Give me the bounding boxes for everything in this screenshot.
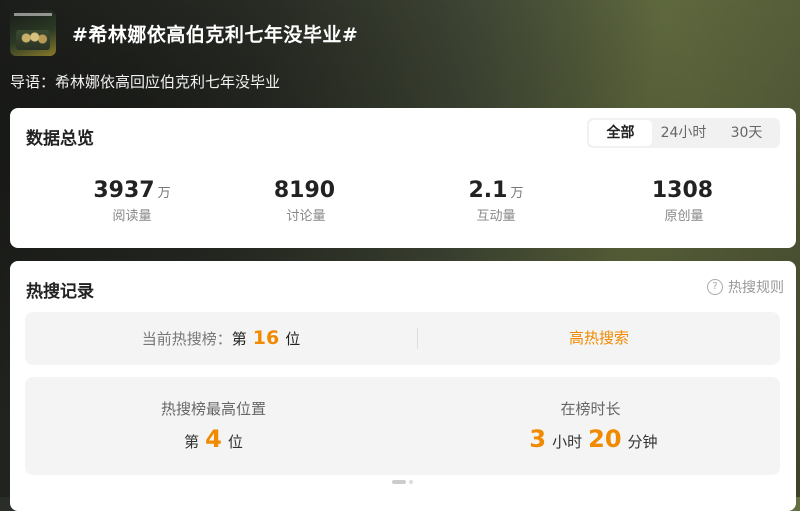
current-rank-wei: 位 [285,330,301,348]
hours-unit: 小时 [552,433,583,451]
hot-search-title: 热搜记录 [26,282,94,302]
topic-title: #希林娜依高伯克利七年没毕业# [72,24,359,46]
tab-all[interactable]: 全部 [589,120,652,146]
duration-minutes: 20 [588,425,622,453]
minutes-unit: 分钟 [627,433,658,451]
topic-lead: 导语：希林娜依高回应伯克利七年没毕业 [10,73,281,91]
current-rank-di: 第 [231,330,247,348]
overview-title: 数据总览 [26,129,94,149]
best-position-wei: 位 [227,433,243,451]
current-rank-panel: 当前热搜榜：第 16 位 高热搜索 [25,312,780,365]
overview-stats: 3937 万 阅读量 8190 讨论量 2.1 万 互动量 1308 原创量 [10,178,796,238]
stat-label: 阅读量 [112,209,152,224]
current-rank-prefix: 当前热搜榜： [141,330,232,348]
stat-label: 讨论量 [286,209,326,224]
help-icon: ? [707,279,723,295]
tab-30d[interactable]: 30天 [715,120,778,146]
hot-search-link[interactable]: 高热搜索 [418,312,780,365]
stat-unit: 万 [157,186,171,201]
duration-label: 在榜时长 [560,400,621,418]
best-position-value: 4 [205,425,222,453]
stat-value: 2.1 [468,178,508,203]
stat-originals: 1308 原创量 [586,178,782,224]
indicator-active [392,480,406,484]
topic-cover-image[interactable] [10,10,56,56]
carousel-indicator [392,480,422,486]
stat-unit: 万 [510,186,524,201]
hot-rules-label: 热搜规则 [728,280,784,296]
tab-24h[interactable]: 24小时 [652,120,715,146]
current-rank: 当前热搜榜：第 16 位 [25,312,417,365]
duration: 在榜时长 3 小时 20 分钟 [402,377,779,453]
hot-rules-link[interactable]: ? 热搜规则 [707,277,784,297]
stat-value: 1308 [651,178,714,203]
time-range-tabs: 全部 24小时 30天 [587,118,780,148]
indicator-inactive [409,480,413,484]
best-position-label: 热搜榜最高位置 [160,400,266,418]
topic-header: #希林娜依高伯克利七年没毕业# [10,10,790,56]
stat-label: 互动量 [476,209,516,224]
best-rank-panel: 热搜榜最高位置 第4位 在榜时长 3 小时 20 分钟 [25,377,780,475]
duration-hours: 3 [529,425,547,453]
current-rank-value: 16 [252,327,280,349]
stat-discussions: 8190 讨论量 [208,178,404,224]
stat-interactions: 2.1 万 互动量 [398,178,594,224]
overview-card: 数据总览 全部 24小时 30天 3937 万 阅读量 8190 讨论量 2.1 万… [10,108,796,248]
stat-label: 原创量 [664,209,704,224]
best-position: 热搜榜最高位置 第4位 [25,377,402,453]
stat-value: 8190 [273,178,336,203]
hot-search-card: 热搜记录 ? 热搜规则 当前热搜榜：第 16 位 高热搜索 热搜榜最高位置 第4位 … [10,261,796,511]
stat-reads: 3937 万 阅读量 [34,178,230,224]
best-position-di: 第 [184,433,200,451]
stat-value: 3937 [93,178,155,203]
